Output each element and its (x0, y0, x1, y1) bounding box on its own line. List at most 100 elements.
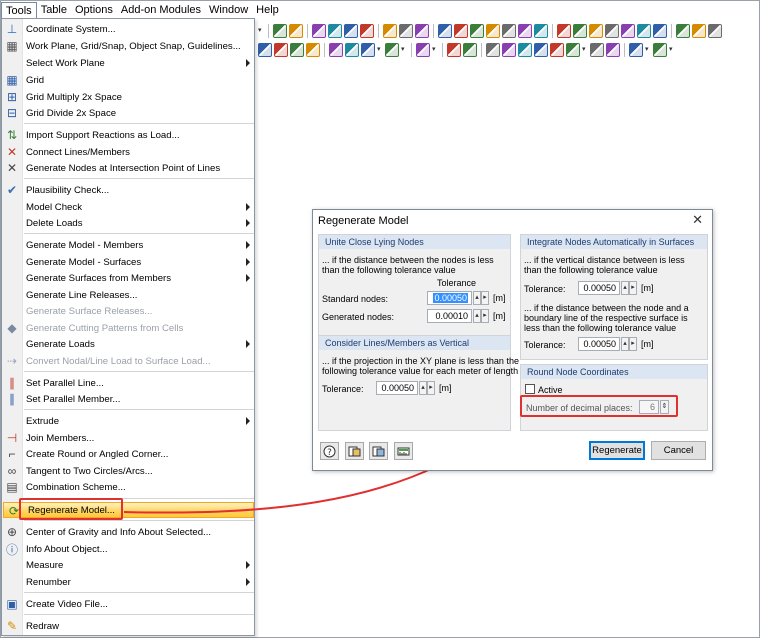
dropdown-arrow-icon[interactable]: ▾ (645, 43, 651, 57)
menu-item-plausibility-check[interactable]: ✔ Plausibility Check... (2, 182, 254, 198)
menu-item-connect-lines-members[interactable]: ✕ Connect Lines/Members (2, 144, 254, 160)
close-icon[interactable]: ✕ (692, 212, 703, 228)
toolbar-tool-icon[interactable] (566, 43, 580, 57)
menu-table[interactable]: Table (37, 2, 71, 19)
spin-right-icon[interactable]: ▸ (629, 337, 637, 351)
toolbar-tool-icon[interactable] (447, 43, 461, 57)
toolbar-tool-icon[interactable] (629, 43, 643, 57)
menu-tools[interactable]: Tools (1, 2, 37, 19)
spin-up-icon[interactable]: ▴ (621, 337, 629, 351)
consider-tolerance-input[interactable]: 0.00050 (376, 381, 418, 395)
toolbar-tool-icon[interactable] (415, 24, 429, 38)
toolbar-tool-icon[interactable] (328, 24, 342, 38)
menu-item-import-support-reactions-as-load[interactable]: ⇅ Import Support Reactions as Load... (2, 127, 254, 143)
toolbar-tool-icon[interactable] (274, 43, 288, 57)
menu-options[interactable]: Options (71, 2, 117, 19)
toolbar-tool-icon[interactable] (463, 43, 477, 57)
toolbar-tool-icon[interactable] (557, 24, 571, 38)
spin-up-icon[interactable]: ▴ (473, 291, 481, 305)
cancel-button[interactable]: Cancel (651, 441, 706, 460)
toolbar-tool-icon[interactable] (486, 43, 500, 57)
menu-item-generate-model-surfaces[interactable]: Generate Model - Surfaces (2, 254, 254, 270)
dropdown-arrow-icon[interactable]: ▾ (432, 43, 438, 57)
toolbar-tool-icon[interactable] (312, 24, 326, 38)
spin-right-icon[interactable]: ▸ (481, 291, 489, 305)
menu-item-tangent-to-two-circles-arcs[interactable]: ∞ Tangent to Two Circles/Arcs... (2, 463, 254, 479)
toolbar-tool-icon[interactable] (273, 24, 287, 38)
menu-item-join-members[interactable]: ⊣ Join Members... (2, 430, 254, 446)
menu-item-renumber[interactable]: Renumber (2, 574, 254, 590)
toolbar-tool-icon[interactable] (454, 24, 468, 38)
toolbar-tool-icon[interactable] (653, 24, 667, 38)
toolbar-tool-icon[interactable] (550, 43, 564, 57)
menu-item-grid[interactable]: ▦ Grid (2, 72, 254, 88)
toolbar-tool-icon[interactable] (708, 24, 722, 38)
spin-right-icon[interactable]: ▸ (481, 309, 489, 323)
menu-item-set-parallel-line[interactable]: ∥ Set Parallel Line... (2, 375, 254, 391)
dropdown-arrow-icon[interactable]: ▾ (582, 43, 588, 57)
active-checkbox[interactable] (525, 384, 535, 394)
toolbar-tool-icon[interactable] (344, 24, 358, 38)
dropdown-arrow-icon[interactable]: ▾ (669, 43, 675, 57)
toolbar-tool-icon[interactable] (258, 43, 272, 57)
toolbar-tool-icon[interactable] (486, 24, 500, 38)
toolbar-tool-icon[interactable] (290, 43, 304, 57)
units-button[interactable] (394, 442, 413, 460)
toolbar-tool-icon[interactable] (534, 24, 548, 38)
generated-nodes-input[interactable]: 0.00010 (427, 309, 472, 323)
menu-item-work-plane-grid-snap-object-snap-guidelines[interactable]: ▦ Work Plane, Grid/Snap, Object Snap, Gui… (2, 38, 254, 54)
menu-item-measure[interactable]: Measure (2, 557, 254, 573)
spin-up-icon[interactable]: ▴ (419, 381, 427, 395)
toolbar-tool-icon[interactable] (470, 24, 484, 38)
integrate-tolerance-2-input[interactable]: 0.00050 (578, 337, 620, 351)
toolbar-tool-icon[interactable] (361, 43, 375, 57)
toolbar-tool-icon[interactable] (399, 24, 413, 38)
menu-item-info-about-object[interactable]: ⓘ Info About Object... (2, 541, 254, 557)
toolbar-tool-icon[interactable] (637, 24, 651, 38)
toolbar-tool-icon[interactable] (590, 43, 604, 57)
toolbar-tool-icon[interactable] (360, 24, 374, 38)
spin-up-icon[interactable]: ▴ (621, 281, 629, 295)
integrate-tolerance-1-input[interactable]: 0.00050 (578, 281, 620, 295)
menu-item-generate-surfaces-from-members[interactable]: Generate Surfaces from Members (2, 270, 254, 286)
toolbar-tool-icon[interactable] (573, 24, 587, 38)
save-defaults-button[interactable] (369, 442, 388, 460)
toolbar-tool-icon[interactable] (605, 24, 619, 38)
toolbar-tool-icon[interactable] (621, 24, 635, 38)
menu-window[interactable]: Window (205, 2, 252, 19)
menu-item-generate-line-releases[interactable]: Generate Line Releases... (2, 287, 254, 303)
toolbar-tool-icon[interactable] (518, 24, 532, 38)
menu-item-create-video-file[interactable]: ▣ Create Video File... (2, 596, 254, 612)
menu-item-center-of-gravity-and-info-about-selected[interactable]: ⊕ Center of Gravity and Info About Select… (2, 524, 254, 540)
menu-item-generate-loads[interactable]: Generate Loads (2, 336, 254, 352)
spin-up-icon[interactable]: ▴ (473, 309, 481, 323)
menu-item-create-round-or-angled-corner[interactable]: ⌐ Create Round or Angled Corner... (2, 446, 254, 462)
spin-right-icon[interactable]: ▸ (427, 381, 435, 395)
menu-item-generate-model-members[interactable]: Generate Model - Members (2, 237, 254, 253)
menu-add-on-modules[interactable]: Add-on Modules (117, 2, 205, 19)
toolbar-tool-icon[interactable] (589, 24, 603, 38)
toolbar-tool-icon[interactable] (534, 43, 548, 57)
menu-item-extrude[interactable]: Extrude (2, 413, 254, 429)
help-button[interactable]: ? (320, 442, 339, 460)
menu-item-grid-divide-2x-space[interactable]: ⊟ Grid Divide 2x Space (2, 105, 254, 121)
toolbar-tool-icon[interactable] (306, 43, 320, 57)
toolbar-tool-icon[interactable] (383, 24, 397, 38)
spin-right-icon[interactable]: ▸ (629, 281, 637, 295)
toolbar-tool-icon[interactable] (345, 43, 359, 57)
menu-item-model-check[interactable]: Model Check (2, 199, 254, 215)
toolbar-tool-icon[interactable] (676, 24, 690, 38)
menu-item-grid-multiply-2x-space[interactable]: ⊞ Grid Multiply 2x Space (2, 89, 254, 105)
toolbar-tool-icon[interactable] (502, 43, 516, 57)
toolbar-tool-icon[interactable] (502, 24, 516, 38)
menu-help[interactable]: Help (252, 2, 283, 19)
standard-nodes-input[interactable]: 0.00050 (427, 291, 472, 305)
menu-item-generate-nodes-at-intersection-point-of-lines[interactable]: ✕ Generate Nodes at Intersection Point of… (2, 160, 254, 176)
toolbar-tool-icon[interactable] (416, 43, 430, 57)
menu-item-redraw[interactable]: ✎ Redraw (2, 618, 254, 634)
toolbar-tool-icon[interactable] (329, 43, 343, 57)
menu-item-set-parallel-member[interactable]: ∥ Set Parallel Member... (2, 391, 254, 407)
toolbar-tool-icon[interactable] (518, 43, 532, 57)
dropdown-arrow-icon[interactable]: ▾ (258, 24, 264, 38)
regenerate-button[interactable]: Regenerate (589, 441, 645, 460)
